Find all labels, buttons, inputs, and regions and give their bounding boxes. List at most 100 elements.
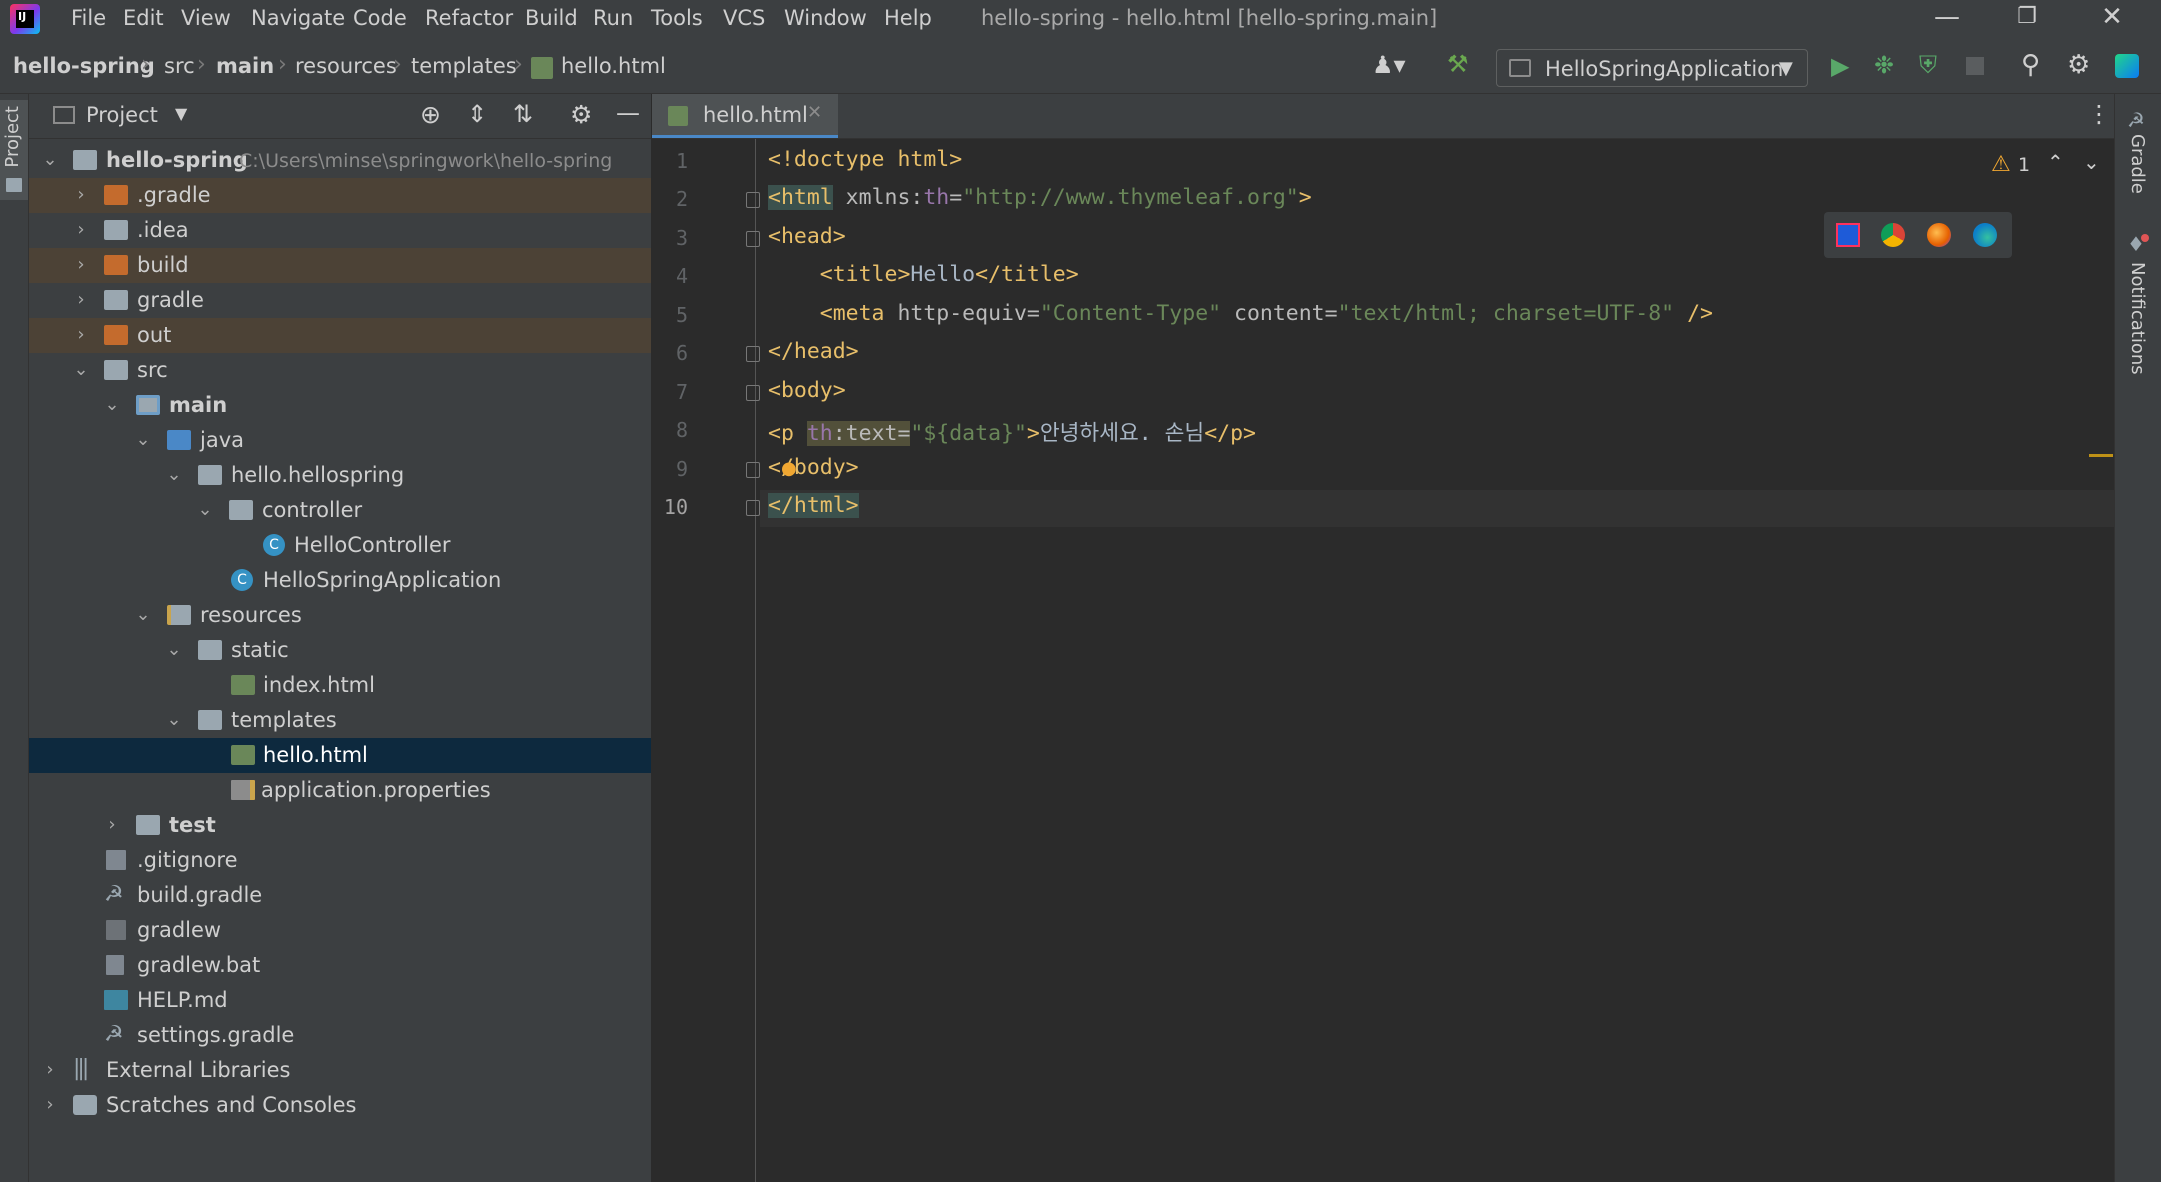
previous-highlight-icon[interactable]: ⌃ (2047, 150, 2064, 174)
locate-target-icon[interactable]: ⊕ (420, 100, 441, 129)
tree-row-build[interactable]: › build (29, 248, 651, 283)
hide-panel-icon[interactable]: — (616, 99, 640, 127)
menu-build[interactable]: Build (525, 6, 578, 30)
chevron-down-icon[interactable]: ⌄ (133, 604, 153, 625)
chevron-down-icon[interactable]: ⌄ (102, 394, 122, 415)
menu-edit[interactable]: Edit (123, 6, 164, 30)
menu-tools[interactable]: Tools (651, 6, 703, 30)
tree-row-scratches[interactable]: › Scratches and Consoles (29, 1088, 651, 1123)
tree-row-main[interactable]: ⌄ main (29, 388, 651, 423)
tree-row-hellospringapplication[interactable]: C HelloSpringApplication (29, 563, 651, 598)
tree-row-gradle[interactable]: › gradle (29, 283, 651, 318)
tree-row-hello-hellospring[interactable]: ⌄ hello.hellospring (29, 458, 651, 493)
warning-icon[interactable]: ⚠ (1991, 152, 2011, 177)
notifications-tool-tab[interactable]: Notifications (2127, 262, 2148, 375)
fold-marker-icon[interactable] (746, 346, 760, 362)
minimize-icon[interactable]: — (1912, 0, 1982, 38)
breadcrumb-resources[interactable]: resources (295, 54, 397, 78)
chevron-down-icon[interactable]: ⌄ (133, 429, 153, 450)
chevron-right-icon[interactable]: › (71, 254, 91, 275)
tree-row-gradle-hidden[interactable]: › .gradle (29, 178, 651, 213)
fold-marker-icon[interactable] (746, 192, 760, 208)
tree-row-hellocontroller[interactable]: C HelloController (29, 528, 651, 563)
chevron-down-icon[interactable]: ▼ (175, 104, 187, 123)
tree-row-help-md[interactable]: HELP.md (29, 983, 651, 1018)
menu-help[interactable]: Help (884, 6, 932, 30)
tree-row-gradlew[interactable]: gradlew (29, 913, 651, 948)
restore-icon[interactable]: ❐ (1992, 0, 2062, 38)
chevron-down-icon[interactable]: ⌄ (164, 464, 184, 485)
code-editor[interactable] (652, 139, 2114, 1182)
chevron-down-icon[interactable]: ⌄ (40, 149, 60, 170)
chevron-right-icon[interactable]: › (71, 289, 91, 310)
menu-window[interactable]: Window (784, 6, 867, 30)
chevron-right-icon[interactable]: › (71, 219, 91, 240)
build-hammer-icon[interactable]: ⚒ (1447, 50, 1469, 78)
menu-navigate[interactable]: Navigate (251, 6, 345, 30)
menu-view[interactable]: View (181, 6, 231, 30)
tree-row-templates[interactable]: ⌄ templates (29, 703, 651, 738)
tree-row-gitignore[interactable]: .gitignore (29, 843, 651, 878)
expand-all-icon[interactable]: ⇕ (467, 100, 487, 128)
chevron-right-icon[interactable]: › (71, 184, 91, 205)
settings-gear-icon[interactable]: ⚙ (2067, 50, 2090, 80)
breadcrumb-project[interactable]: hello-spring (13, 54, 155, 78)
tree-row-java[interactable]: ⌄ java (29, 423, 651, 458)
chevron-right-icon[interactable]: › (40, 1059, 60, 1080)
stop-icon[interactable] (1966, 57, 1984, 75)
chevron-down-icon[interactable]: ⌄ (164, 639, 184, 660)
menu-code[interactable]: Code (353, 6, 407, 30)
error-stripe-mark[interactable] (2089, 454, 2113, 457)
tree-row-build-gradle[interactable]: ☭ build.gradle (29, 878, 651, 913)
gradle-tool-tab[interactable]: Gradle (2127, 134, 2148, 194)
tree-row-application-properties[interactable]: application.properties (29, 773, 651, 808)
intellij-logo-icon[interactable]: IJ (10, 4, 40, 34)
tree-row-hello-spring[interactable]: ⌄ hello-spring C:\Users\minse\springwork… (29, 143, 651, 178)
menu-vcs[interactable]: VCS (723, 6, 765, 30)
intellij-browser-icon[interactable] (1836, 223, 1860, 247)
user-icon[interactable]: ♟▾ (1372, 51, 1406, 79)
menu-refactor[interactable]: Refactor (425, 6, 513, 30)
run-icon[interactable]: ▶ (1831, 52, 1849, 80)
chevron-down-icon[interactable]: ⌄ (164, 709, 184, 730)
more-options-icon[interactable]: ⋮ (2087, 100, 2111, 128)
project-view-selector[interactable]: Project (86, 103, 158, 127)
tree-row-out[interactable]: › out (29, 318, 651, 353)
fold-marker-icon[interactable] (746, 500, 760, 516)
menu-file[interactable]: File (71, 6, 106, 30)
firefox-icon[interactable] (1927, 223, 1951, 247)
fold-marker-icon[interactable] (746, 385, 760, 401)
breadcrumb-hello-html[interactable]: hello.html (561, 54, 666, 78)
chevron-right-icon[interactable]: › (102, 814, 122, 835)
coverage-icon[interactable]: ⛨ (1919, 51, 1937, 79)
search-icon[interactable]: ⚲ (2021, 50, 2040, 80)
tree-row-controller[interactable]: ⌄ controller (29, 493, 651, 528)
menu-run[interactable]: Run (593, 6, 633, 30)
chevron-down-icon[interactable]: ⌄ (71, 359, 91, 380)
tree-row-idea[interactable]: › .idea (29, 213, 651, 248)
tree-row-static[interactable]: ⌄ static (29, 633, 651, 668)
tree-row-src[interactable]: ⌄ src (29, 353, 651, 388)
editor-tab-hello-html[interactable]: hello.html ✕ (652, 94, 838, 138)
close-window-icon[interactable]: ✕ (2077, 0, 2147, 38)
tree-row-resources[interactable]: ⌄ resources (29, 598, 651, 633)
panel-settings-gear-icon[interactable]: ⚙ (570, 100, 592, 129)
chevron-right-icon[interactable]: › (71, 324, 91, 345)
breadcrumb-main[interactable]: main (216, 54, 274, 78)
chevron-down-icon[interactable]: ⌄ (195, 499, 215, 520)
tree-row-index-html[interactable]: index.html (29, 668, 651, 703)
project-tool-tab[interactable]: Project (0, 100, 28, 200)
fold-marker-icon[interactable] (746, 462, 760, 478)
chrome-icon[interactable] (1881, 223, 1905, 247)
tree-row-gradlew-bat[interactable]: gradlew.bat (29, 948, 651, 983)
breadcrumb-src[interactable]: src (164, 54, 195, 78)
edge-icon[interactable] (1973, 223, 1997, 247)
collapse-all-icon[interactable]: ⇅ (513, 100, 533, 128)
breadcrumb-templates[interactable]: templates (411, 54, 517, 78)
run-configuration-dropdown[interactable]: HelloSpringApplication ▼ (1496, 49, 1808, 87)
tree-row-test[interactable]: › test (29, 808, 651, 843)
lightbulb-icon[interactable]: ● (781, 458, 797, 479)
debug-icon[interactable]: ❉ (1874, 51, 1894, 79)
close-tab-icon[interactable]: ✕ (807, 102, 822, 123)
fold-marker-icon[interactable] (746, 231, 760, 247)
